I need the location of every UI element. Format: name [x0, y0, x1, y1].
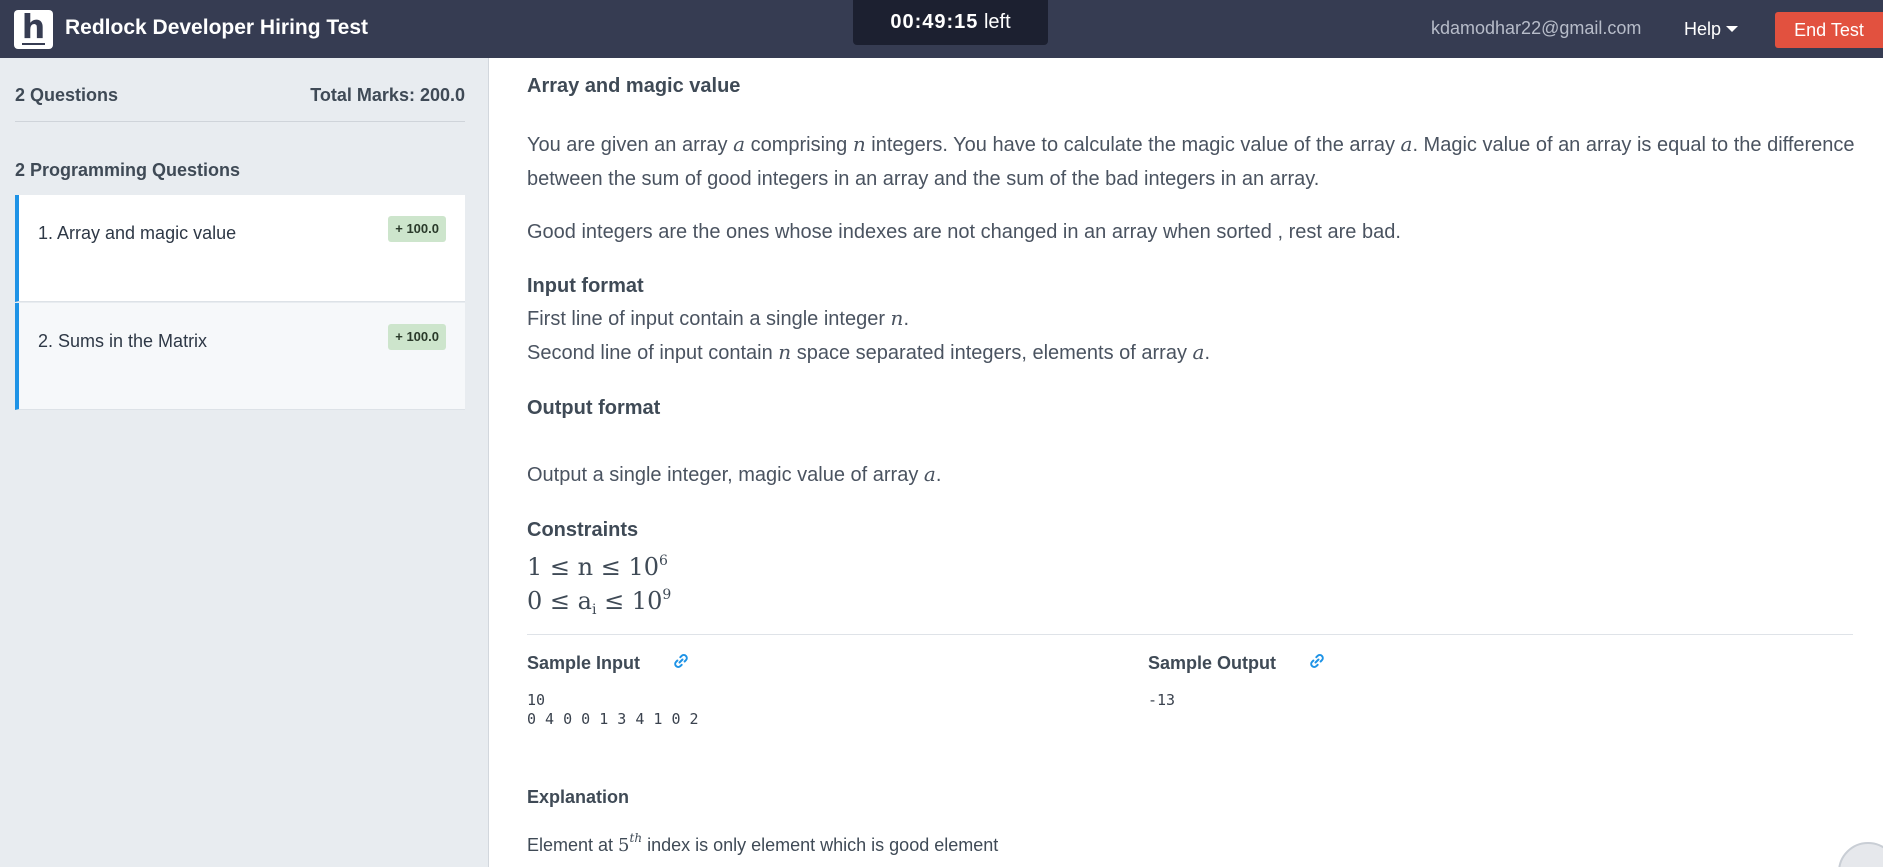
- problem-statement: You are given an array a comprising n in…: [527, 127, 1857, 196]
- end-test-button[interactable]: End Test: [1775, 12, 1883, 48]
- constraint-text: ≤ 10: [596, 587, 663, 615]
- output-text: .: [935, 464, 942, 486]
- timer-suffix: left: [983, 11, 1011, 33]
- explanation-math: 5th: [618, 831, 642, 856]
- question-item-1[interactable]: 1. Array and magic value + 100.0: [15, 195, 465, 302]
- question-item-2[interactable]: 2. Sums in the Matrix + 100.0: [15, 303, 465, 410]
- link-icon[interactable]: [672, 652, 690, 670]
- hackerearth-logo[interactable]: h: [14, 10, 53, 49]
- sidebar-summary: 2 Questions Total Marks: 200.0: [15, 84, 465, 122]
- total-marks: Total Marks: 200.0: [310, 85, 465, 105]
- marks-badge: + 100.0: [388, 324, 446, 350]
- input-text: First line of input contain a single int…: [527, 308, 891, 330]
- input-text: .: [1204, 342, 1211, 364]
- explanation-part: index is only element which is good elem…: [642, 835, 999, 855]
- input-line-1: First line of input contain a single int…: [527, 303, 1857, 334]
- question-item-label: 2. Sums in the Matrix: [38, 331, 208, 351]
- explanation-number: 5: [618, 835, 630, 856]
- good-integers-note: Good integers are the ones whose indexes…: [527, 221, 1401, 243]
- help-menu[interactable]: Help: [1684, 16, 1739, 42]
- sample-input-heading: Sample Input: [527, 653, 641, 673]
- input-text: .: [903, 308, 909, 330]
- question-sidebar: 2 Questions Total Marks: 200.0 2 Program…: [0, 58, 489, 867]
- explanation-text: Element at 5th index is only element whi…: [527, 823, 998, 861]
- marks-badge: + 100.0: [388, 216, 446, 242]
- sample-output-heading: Sample Output: [1148, 653, 1277, 673]
- sample-input-block: 10 0 4 0 0 1 3 4 1 0 2: [527, 691, 699, 728]
- constraint-exponent: 9: [662, 587, 672, 603]
- constraint-exponent: 6: [659, 553, 668, 569]
- statement-text: You are given an array: [527, 134, 734, 156]
- constraints-heading: Constraints: [527, 519, 639, 541]
- statement-text: comprising: [745, 134, 853, 156]
- explanation-heading: Explanation: [527, 787, 630, 807]
- countdown-timer: 00:49:15 left: [853, 0, 1048, 45]
- math-variable: a: [1192, 340, 1205, 364]
- sample-output-block: -13: [1148, 691, 1176, 709]
- statement-text: integers. You have to calculate the magi…: [865, 134, 1401, 156]
- constraint-ai: 0 ≤ ai ≤ 109: [527, 580, 671, 625]
- output-text: Output a single integer, magic value of …: [527, 464, 924, 486]
- question-item-label: 1. Array and magic value: [38, 223, 237, 243]
- input-text: Second line of input contain: [527, 342, 779, 364]
- logo-letter: h: [21, 7, 46, 46]
- question-title: Array and magic value: [527, 75, 741, 97]
- test-title: Redlock Developer Hiring Test: [65, 16, 369, 39]
- constraint-text: 1 ≤ n ≤ 10: [527, 553, 659, 581]
- explanation-part: Element at: [527, 835, 619, 855]
- user-email[interactable]: kdamodhar22@gmail.com: [1431, 15, 1641, 41]
- input-format-heading: Input format: [527, 275, 644, 297]
- questions-count: 2 Questions: [15, 85, 119, 105]
- math-variable: a: [1400, 132, 1413, 156]
- logo-underline: [22, 43, 45, 45]
- section-divider: [527, 634, 1853, 635]
- constraint-n: 1 ≤ n ≤ 106: [527, 546, 668, 582]
- math-variable: n: [890, 306, 904, 330]
- timer-value: 00:49:15: [890, 11, 979, 33]
- chevron-down-icon: [1726, 25, 1739, 32]
- top-bar: h Redlock Developer Hiring Test 00:49:15…: [0, 0, 1883, 58]
- constraint-text: 0 ≤ a: [527, 587, 592, 615]
- help-label: Help: [1684, 19, 1722, 39]
- math-variable: n: [852, 132, 866, 156]
- math-variable: n: [778, 340, 792, 364]
- section-title: 2 Programming Questions: [15, 160, 241, 180]
- math-variable: a: [733, 132, 746, 156]
- output-description: Output a single integer, magic value of …: [527, 459, 1857, 490]
- input-line-2: Second line of input contain n space sep…: [527, 337, 1857, 368]
- link-icon[interactable]: [1308, 652, 1326, 670]
- math-variable: a: [923, 462, 936, 486]
- explanation-superscript: th: [629, 831, 643, 845]
- output-format-heading: Output format: [527, 397, 661, 419]
- input-text: space separated integers, elements of ar…: [791, 342, 1193, 364]
- question-panel: Array and magic value You are given an a…: [490, 58, 1883, 867]
